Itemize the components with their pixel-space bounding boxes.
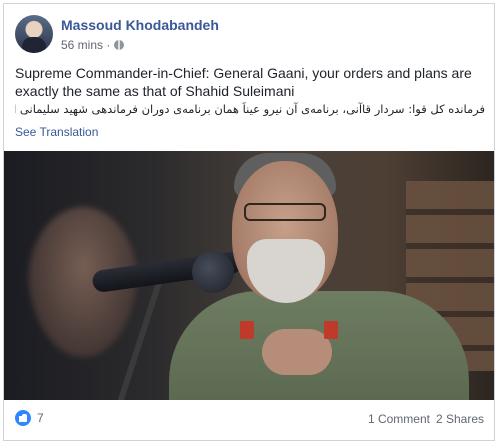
post-photo[interactable] — [4, 151, 494, 400]
reaction-summary[interactable]: 7 — [15, 410, 44, 426]
facebook-post: Massoud Khodabandeh 56 mins · Supreme Co… — [3, 3, 495, 441]
engagement-counts: 1 Comment 2 Shares — [368, 412, 484, 426]
post-persian-text: فرمانده کل قوا: سردار قاآنی، برنامه‌ی آن… — [15, 102, 485, 116]
shares-count[interactable]: 2 Shares — [436, 412, 484, 426]
speaker-hand — [262, 329, 332, 375]
comments-count[interactable]: 1 Comment — [368, 412, 430, 426]
post-time[interactable]: 56 mins · — [61, 38, 110, 52]
uniform-patch — [240, 321, 254, 339]
speaker-glasses — [244, 203, 326, 221]
post-text: Supreme Commander-in-Chief: General Gaan… — [15, 65, 472, 99]
see-translation-link[interactable]: See Translation — [15, 125, 98, 139]
post-meta: 56 mins · — [61, 38, 125, 52]
author-name[interactable]: Massoud Khodabandeh — [61, 17, 219, 33]
avatar-figure — [22, 37, 46, 53]
avatar[interactable] — [15, 15, 53, 53]
uniform-patch — [324, 321, 338, 339]
like-icon — [15, 410, 31, 426]
reaction-count: 7 — [37, 411, 44, 425]
globe-icon — [114, 40, 125, 50]
microphone-head — [192, 251, 234, 293]
